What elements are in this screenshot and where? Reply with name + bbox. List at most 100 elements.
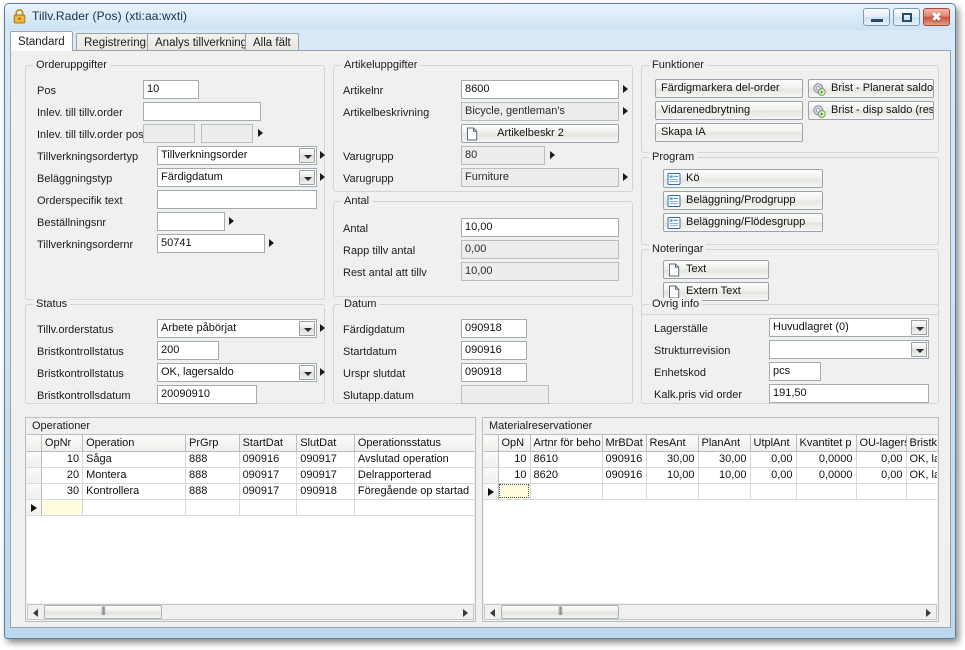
maximize-button[interactable] xyxy=(893,8,920,26)
picker-varugrupp-kod-icon[interactable] xyxy=(550,151,555,159)
cell-new-artnr[interactable] xyxy=(530,483,603,500)
scroll-right-icon[interactable] xyxy=(921,605,936,619)
row-selector-current[interactable] xyxy=(27,499,42,516)
materialreservationer-grid[interactable]: OpN Artnr för beho MrBDat ResAnt PlanAnt… xyxy=(484,434,937,603)
field-rapp-tillv-antal[interactable]: 0,00 xyxy=(461,240,619,259)
cell-new-bristkontroll[interactable] xyxy=(906,483,937,500)
field-varugrupp-text[interactable]: Furniture xyxy=(461,168,619,187)
picker-inlev-pos-icon[interactable] xyxy=(258,129,263,137)
cell-new-resant[interactable] xyxy=(646,483,699,500)
cell-new-startdat[interactable] xyxy=(239,499,298,516)
text-button[interactable]: Text xyxy=(663,260,769,279)
field-rest-antal-att-tillv[interactable]: 10,00 xyxy=(461,262,619,281)
chevron-down-icon[interactable] xyxy=(299,148,315,163)
cell-new-slutdat[interactable] xyxy=(296,499,355,516)
operationer-hscrollbar[interactable] xyxy=(27,604,474,620)
scroll-left-icon[interactable] xyxy=(28,605,43,619)
row-selector[interactable] xyxy=(27,483,42,500)
col-slutdat[interactable]: SlutDat xyxy=(296,435,355,452)
col-opn[interactable]: OpN xyxy=(498,435,531,452)
brist-disp-saldo-res-button[interactable]: Brist - disp saldo (res) xyxy=(808,101,934,120)
cell-new-ou-lagersaldo[interactable] xyxy=(856,483,907,500)
chevron-down-icon[interactable] xyxy=(299,365,315,380)
combo-belaggningstyp[interactable]: Färdigdatum xyxy=(157,168,317,187)
field-inlev-pos-b[interactable] xyxy=(201,124,253,143)
row-selector[interactable] xyxy=(484,467,499,484)
col-operationsstatus[interactable]: Operationsstatus xyxy=(354,435,474,452)
brist-planerat-saldo-button[interactable]: Brist - Planerat saldo xyxy=(808,79,934,98)
row-selector[interactable] xyxy=(27,467,42,484)
col-artnr-for-behov[interactable]: Artnr för beho xyxy=(530,435,603,452)
row-selector[interactable] xyxy=(484,451,499,468)
table-row[interactable]: 20 Montera 888 090917 090917 Delrapporte… xyxy=(27,467,474,484)
picker-tillverkningsordertyp-icon[interactable] xyxy=(320,151,325,159)
close-button[interactable]: ✖ xyxy=(923,8,950,26)
field-varugrupp-kod[interactable]: 80 xyxy=(461,146,545,165)
field-urspr-slutdat[interactable]: 090918 xyxy=(461,363,527,382)
field-inlev-till-tillv-order[interactable] xyxy=(143,102,261,121)
cell-new-planant[interactable] xyxy=(698,483,751,500)
title-bar[interactable]: Tillv.Rader (Pos) (xti:aa:wxti) ✖ xyxy=(5,4,955,30)
cell-new-operationsstatus[interactable] xyxy=(354,499,474,516)
picker-artikelbeskrivning-icon[interactable] xyxy=(623,107,628,115)
scroll-thumb[interactable] xyxy=(501,605,619,619)
row-selector-current[interactable] xyxy=(484,483,499,500)
field-tillverkningsordernr[interactable]: 50741 xyxy=(157,234,265,253)
field-enhetskod[interactable]: pcs xyxy=(769,362,821,381)
field-fardigdatum[interactable]: 090918 xyxy=(461,319,527,338)
table-row[interactable]: 30 Kontrollera 888 090917 090918 Föregåe… xyxy=(27,483,474,500)
tab-alla-falt[interactable]: Alla fält xyxy=(245,33,299,51)
field-bestallningsnr[interactable] xyxy=(157,212,225,231)
combo-bristkontrollstatus[interactable]: OK, lagersaldo xyxy=(157,363,317,382)
col-ou-lagersaldo[interactable]: OU-lagersä xyxy=(856,435,907,452)
picker-tillv-orderstatus-icon[interactable] xyxy=(320,324,325,332)
col-operation[interactable]: Operation xyxy=(82,435,187,452)
field-pos[interactable]: 10 xyxy=(143,80,199,99)
col-opnr[interactable]: OpNr xyxy=(41,435,84,452)
tab-standard[interactable]: Standard xyxy=(10,31,73,51)
belaggning-prodgrupp-button[interactable]: Beläggning/Prodgrupp xyxy=(663,191,823,210)
field-antal[interactable]: 10,00 xyxy=(461,218,619,237)
scroll-left-icon[interactable] xyxy=(485,605,500,619)
combo-tillv-orderstatus[interactable]: Arbete påbörjat xyxy=(157,319,317,338)
field-slutapp-datum[interactable] xyxy=(461,385,549,404)
col-planant[interactable]: PlanAnt xyxy=(698,435,751,452)
row-selector[interactable] xyxy=(27,451,42,468)
scroll-right-icon[interactable] xyxy=(458,605,473,619)
skapa-ia-button[interactable]: Skapa IA xyxy=(655,123,803,142)
belaggning-flodesgrupp-button[interactable]: Beläggning/Flödesgrupp xyxy=(663,213,823,232)
scroll-thumb[interactable] xyxy=(44,605,162,619)
col-prgrp[interactable]: PrGrp xyxy=(185,435,240,452)
field-inlev-pos-a[interactable] xyxy=(143,124,195,143)
table-row[interactable]: 10 Såga 888 090916 090917 Avslutad opera… xyxy=(27,451,474,468)
table-row[interactable]: 10 8620 090916 10,00 10,00 0,00 0,0000 0… xyxy=(484,467,937,484)
cell-new-mrbdat[interactable] xyxy=(602,483,647,500)
table-row-new[interactable] xyxy=(27,499,474,516)
picker-belaggningstyp-icon[interactable] xyxy=(320,173,325,181)
combo-lagerstalle[interactable]: Huvudlagret (0) xyxy=(769,318,929,337)
field-artikelbeskrivning[interactable]: Bicycle, gentleman's xyxy=(461,102,619,121)
operationer-grid[interactable]: OpNr Operation PrGrp StartDat SlutDat Op… xyxy=(27,434,474,603)
field-bristkontrollsdatum[interactable]: 20090910 xyxy=(157,385,257,404)
cell-new-operation[interactable] xyxy=(82,499,187,516)
field-kalk-pris-vid-order[interactable]: 191,50 xyxy=(769,384,929,403)
col-resant[interactable]: ResAnt xyxy=(646,435,699,452)
field-artikelnr[interactable]: 8600 xyxy=(461,80,619,99)
ko-button[interactable]: Kö xyxy=(663,169,823,188)
cell-new-prgrp[interactable] xyxy=(185,499,240,516)
vidarenedbrytning-button[interactable]: Vidarenedbrytning xyxy=(655,101,803,120)
minimize-button[interactable] xyxy=(863,8,890,26)
col-bristkontroll[interactable]: Bristkontr xyxy=(906,435,937,452)
table-row[interactable]: 10 8610 090916 30,00 30,00 0,00 0,0000 0… xyxy=(484,451,937,468)
field-orderspecifik-text[interactable] xyxy=(157,190,317,209)
chevron-down-icon[interactable] xyxy=(911,342,927,357)
combo-strukturrevision[interactable] xyxy=(769,340,929,359)
field-bristkontrollstatus-kod[interactable]: 200 xyxy=(157,341,219,360)
col-startdat[interactable]: StartDat xyxy=(239,435,298,452)
tab-registrering[interactable]: Registrering xyxy=(76,33,154,51)
chevron-down-icon[interactable] xyxy=(299,170,315,185)
materialreservationer-hscrollbar[interactable] xyxy=(484,604,937,620)
fardigmarkera-del-order-button[interactable]: Färdigmarkera del-order xyxy=(655,79,803,98)
field-startdatum[interactable]: 090916 xyxy=(461,341,527,360)
cell-new-opn[interactable] xyxy=(498,483,531,500)
